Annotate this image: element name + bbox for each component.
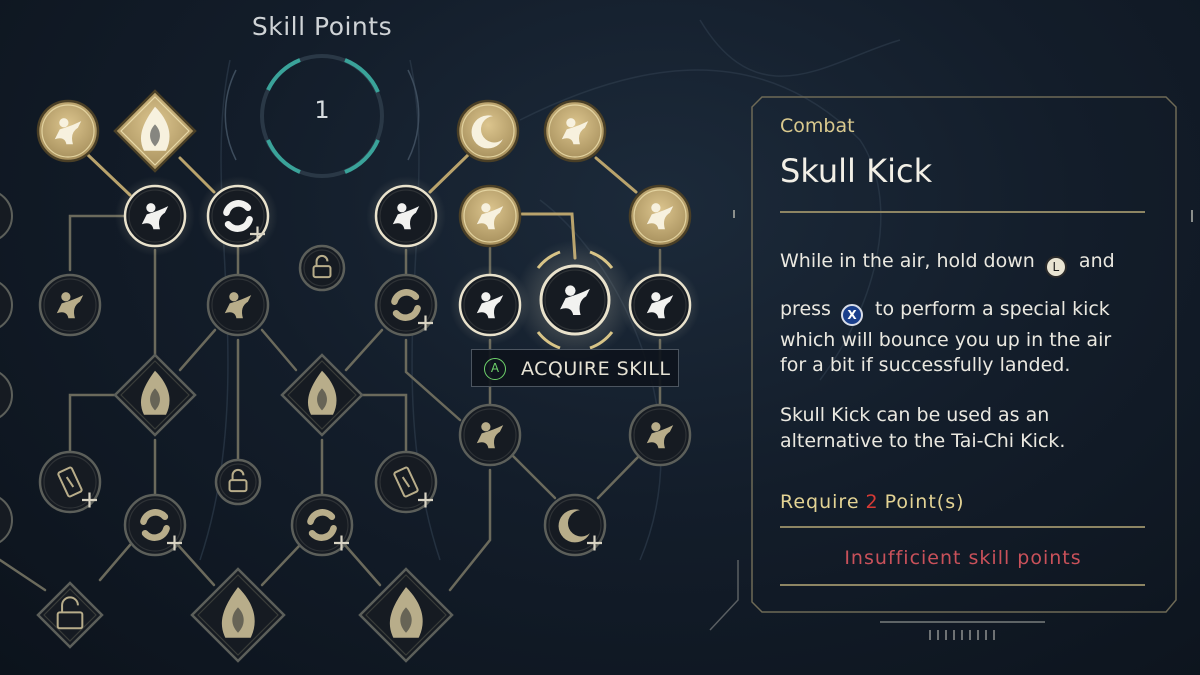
skill-node-lotus[interactable] (206, 273, 270, 337)
skill-node-crescent[interactable] (456, 99, 520, 163)
desc-text: to perform a special kick (875, 298, 1110, 320)
skill-node-flame-hand-c[interactable] (190, 567, 286, 663)
desc-text: and (1078, 250, 1115, 272)
skill-node-spin-plus[interactable] (198, 176, 278, 256)
desc-text: While in the air, hold down (780, 250, 1035, 272)
skill-node-crescent-b[interactable] (543, 493, 607, 557)
skill-category: Combat (780, 115, 855, 137)
skill-node-lock-b[interactable] (214, 458, 262, 506)
skill-node-hat-kick[interactable] (366, 176, 446, 256)
skill-node-burst-strike[interactable] (458, 184, 522, 248)
skill-node-spin-b[interactable] (374, 273, 438, 337)
acquire-skill-button[interactable]: A ACQUIRE SKILL (471, 349, 679, 387)
skill-node-dash-kick[interactable] (115, 176, 195, 256)
a-button-icon: A (484, 358, 506, 380)
description-line-5: Skull Kick can be used as an (780, 404, 1050, 426)
description-line-3: which will bounce you up in the air (780, 329, 1112, 351)
acquire-skill-label: ACQUIRE SKILL (521, 358, 671, 380)
skill-name: Skull Kick (780, 152, 933, 190)
skill-node-spin-c[interactable] (123, 493, 187, 557)
description-line-4: for a bit if successfully landed. (780, 354, 1071, 376)
x-button-icon: X (841, 304, 863, 326)
panel-tick-marks (929, 630, 995, 640)
skill-node-scroll-b[interactable] (374, 450, 438, 514)
skill-node-palm-strike-b[interactable] (628, 403, 692, 467)
skill-node-palm-strike[interactable] (628, 184, 692, 248)
skill-node-bow-kick[interactable] (458, 403, 522, 467)
require-label: Require (780, 491, 860, 513)
skill-node-lock-c[interactable] (36, 581, 104, 649)
skill-node-lock-a[interactable] (298, 244, 346, 292)
skill-node-spark-kick[interactable] (450, 265, 530, 345)
description-line-2: press X to perform a special kick (780, 298, 1110, 326)
skill-node-fox[interactable] (38, 273, 102, 337)
desc-text: press (780, 298, 831, 320)
offscreen-node-edges (0, 192, 13, 544)
required-points: 2 (865, 491, 879, 513)
skill-points-title: Skill Points (251, 12, 393, 41)
skill-node-skull-kick[interactable] (539, 264, 611, 336)
skill-node-wave-kick[interactable] (620, 265, 700, 345)
skill-node-bonfire[interactable] (358, 567, 454, 663)
point-requirement: Require 2 Point(s) (780, 491, 965, 513)
skill-node-scroll-a[interactable] (38, 450, 102, 514)
insufficient-points-warning: Insufficient skill points (844, 547, 1082, 569)
skill-info-panel: Combat Skull Kick While in the air, hold… (746, 97, 1166, 615)
description-line-6: alternative to the Tai-Chi Kick. (780, 430, 1066, 452)
skill-node-flame-dash[interactable] (36, 99, 100, 163)
points-unit: Point(s) (884, 491, 965, 513)
l-stick-button-icon: L (1044, 256, 1067, 278)
skill-points-value: 1 (314, 96, 330, 124)
description-line-1: While in the air, hold down L and (780, 250, 1115, 278)
skill-node-spin-d[interactable] (290, 493, 354, 557)
skill-node-fist-burst[interactable] (543, 99, 607, 163)
